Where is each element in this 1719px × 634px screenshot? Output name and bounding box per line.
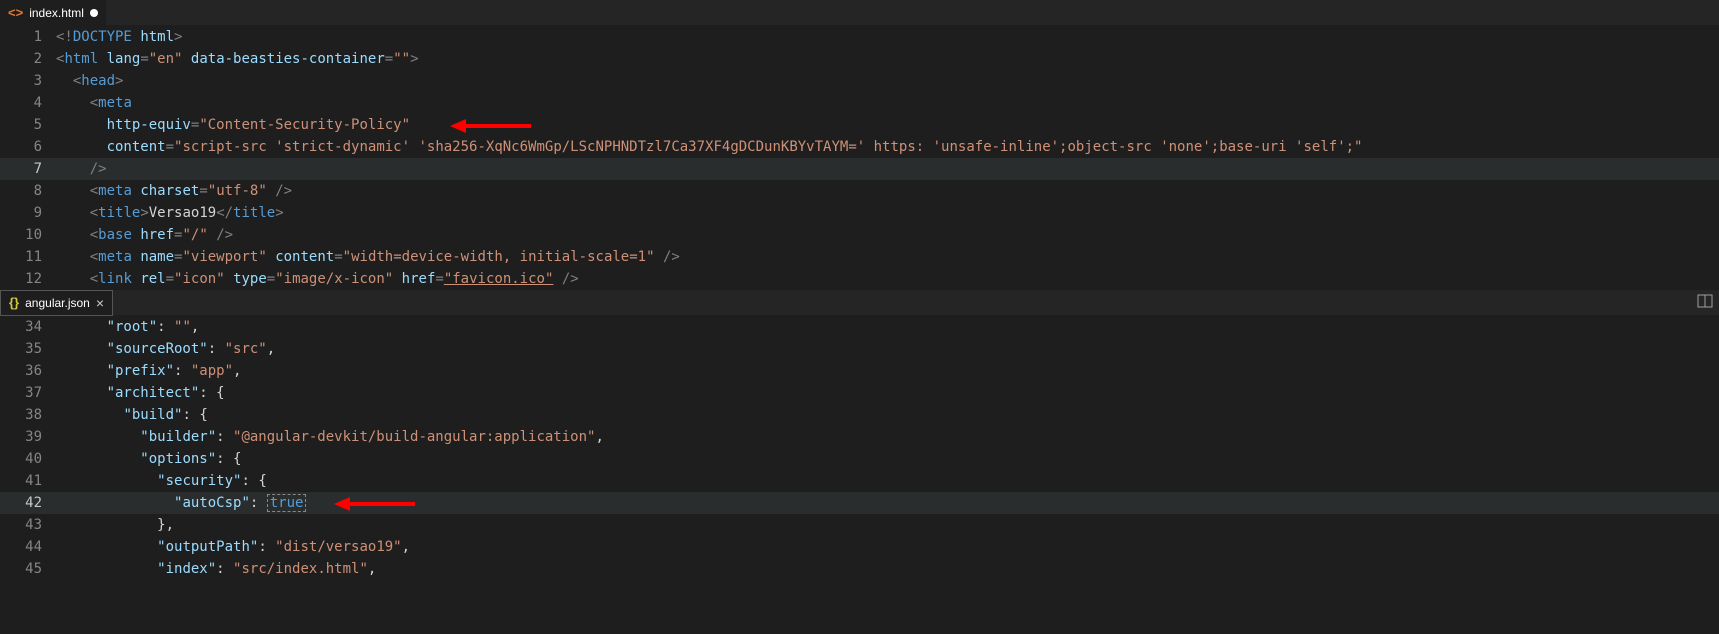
code-line[interactable]: "security": { bbox=[56, 470, 1719, 492]
code-line[interactable]: "prefix": "app", bbox=[56, 360, 1719, 382]
close-icon[interactable]: × bbox=[96, 296, 104, 310]
line-number: 36 bbox=[0, 360, 56, 382]
line-number: 5 bbox=[0, 114, 56, 136]
json-file-icon: {} bbox=[9, 295, 19, 310]
line-number: 45 bbox=[0, 558, 56, 580]
editor-body-json[interactable]: 34 "root": "", 35 "sourceRoot": "src", 3… bbox=[0, 316, 1719, 580]
code-line[interactable]: <meta name="viewport" content="width=dev… bbox=[56, 246, 1719, 268]
code-line[interactable]: <base href="/" /> bbox=[56, 224, 1719, 246]
line-number: 35 bbox=[0, 338, 56, 360]
code-line[interactable]: }, bbox=[56, 514, 1719, 536]
line-number: 10 bbox=[0, 224, 56, 246]
line-number: 7 bbox=[0, 158, 56, 180]
editor-body-html[interactable]: 1<!DOCTYPE html> 2<html lang="en" data-b… bbox=[0, 26, 1719, 290]
tab-label: angular.json bbox=[25, 296, 90, 310]
line-number: 4 bbox=[0, 92, 56, 114]
split-editor-icon[interactable] bbox=[1697, 293, 1713, 313]
dirty-indicator-icon bbox=[90, 9, 98, 17]
line-number: 40 bbox=[0, 448, 56, 470]
code-line[interactable]: <html lang="en" data-beasties-container=… bbox=[56, 48, 1719, 70]
line-number: 9 bbox=[0, 202, 56, 224]
code-line[interactable]: "root": "", bbox=[56, 316, 1719, 338]
code-line[interactable]: "autoCsp": true bbox=[56, 492, 1719, 514]
code-line[interactable]: "options": { bbox=[56, 448, 1719, 470]
code-line[interactable]: "architect": { bbox=[56, 382, 1719, 404]
line-number: 37 bbox=[0, 382, 56, 404]
tab-angular-json[interactable]: {} angular.json × bbox=[0, 290, 113, 316]
line-number: 44 bbox=[0, 536, 56, 558]
code-line[interactable]: <meta bbox=[56, 92, 1719, 114]
line-number: 3 bbox=[0, 70, 56, 92]
tab-label: index.html bbox=[29, 6, 84, 20]
line-number: 43 bbox=[0, 514, 56, 536]
line-number: 42 bbox=[0, 492, 56, 514]
code-line[interactable]: /> bbox=[56, 158, 1719, 180]
editor-pane-json: {} angular.json × 34 "root": "", 35 "sou… bbox=[0, 290, 1719, 580]
line-number: 12 bbox=[0, 268, 56, 290]
code-line[interactable]: http-equiv="Content-Security-Policy" bbox=[56, 114, 1719, 136]
line-number: 11 bbox=[0, 246, 56, 268]
tab-bar-top: <> index.html bbox=[0, 0, 1719, 26]
code-line[interactable]: <!DOCTYPE html> bbox=[56, 26, 1719, 48]
line-number: 39 bbox=[0, 426, 56, 448]
code-line[interactable]: "build": { bbox=[56, 404, 1719, 426]
line-number: 8 bbox=[0, 180, 56, 202]
line-number: 38 bbox=[0, 404, 56, 426]
code-line[interactable]: <head> bbox=[56, 70, 1719, 92]
line-number: 34 bbox=[0, 316, 56, 338]
code-line[interactable]: content="script-src 'strict-dynamic' 'sh… bbox=[56, 136, 1719, 158]
code-line[interactable]: "index": "src/index.html", bbox=[56, 558, 1719, 580]
line-number: 6 bbox=[0, 136, 56, 158]
tab-index-html[interactable]: <> index.html bbox=[0, 0, 107, 26]
code-line[interactable]: <link rel="icon" type="image/x-icon" hre… bbox=[56, 268, 1719, 290]
editor-pane-html: <> index.html 1<!DOCTYPE html> 2<html la… bbox=[0, 0, 1719, 290]
html-file-icon: <> bbox=[8, 5, 23, 20]
code-line[interactable]: <title>Versao19</title> bbox=[56, 202, 1719, 224]
line-number: 41 bbox=[0, 470, 56, 492]
line-number: 1 bbox=[0, 26, 56, 48]
code-line[interactable]: "outputPath": "dist/versao19", bbox=[56, 536, 1719, 558]
line-number: 2 bbox=[0, 48, 56, 70]
code-line[interactable]: "sourceRoot": "src", bbox=[56, 338, 1719, 360]
tab-bar-bottom: {} angular.json × bbox=[0, 290, 1719, 316]
code-line[interactable]: <meta charset="utf-8" /> bbox=[56, 180, 1719, 202]
code-line[interactable]: "builder": "@angular-devkit/build-angula… bbox=[56, 426, 1719, 448]
